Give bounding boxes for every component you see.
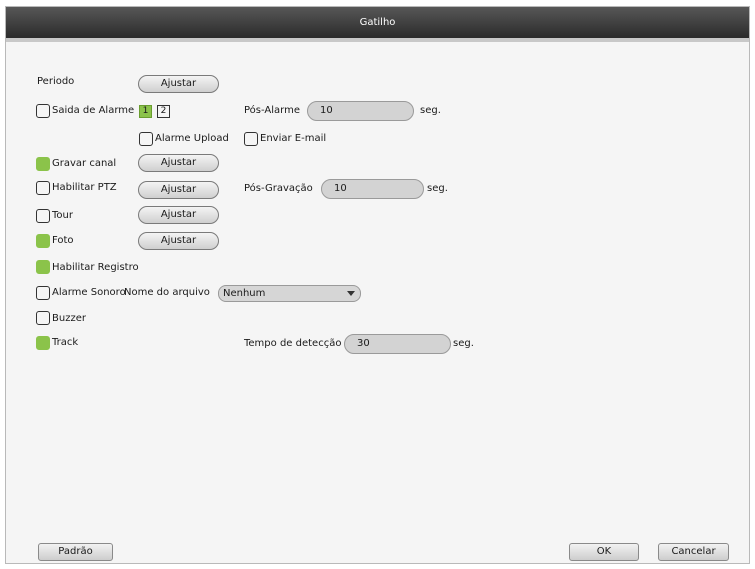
- saida-alarme-checkbox[interactable]: [36, 104, 50, 118]
- alarme-sonoro-checkbox[interactable]: [36, 286, 50, 300]
- ok-button[interactable]: OK: [569, 543, 639, 561]
- sound-file-select[interactable]: Nenhum: [218, 285, 361, 302]
- periodo-ajustar-button[interactable]: Ajustar: [138, 75, 219, 93]
- sound-file-value: Nenhum: [223, 288, 266, 299]
- alarm-output-1[interactable]: 1: [139, 105, 152, 118]
- pos-alarme-label: Pós-Alarme: [244, 105, 300, 116]
- title-separator: [6, 38, 749, 42]
- foto-ajustar-button[interactable]: Ajustar: [138, 232, 219, 250]
- pos-alarme-input[interactable]: 10: [307, 101, 414, 121]
- pos-gravacao-input[interactable]: 10: [321, 179, 424, 199]
- gravar-canal-checkbox[interactable]: [36, 157, 50, 171]
- buzzer-label: Buzzer: [52, 313, 86, 324]
- default-button[interactable]: Padrão: [38, 543, 113, 561]
- pos-gravacao-unit: seg.: [427, 183, 448, 194]
- track-label: Track: [52, 337, 79, 348]
- alarme-upload-checkbox[interactable]: [139, 132, 153, 146]
- foto-checkbox[interactable]: [36, 234, 50, 248]
- foto-label: Foto: [52, 235, 74, 246]
- track-checkbox[interactable]: [36, 336, 50, 350]
- habilitar-registro-checkbox[interactable]: [36, 260, 50, 274]
- tour-label: Tour: [52, 210, 73, 221]
- dialog-title: Gatilho: [6, 7, 749, 38]
- tour-checkbox[interactable]: [36, 209, 50, 223]
- saida-alarme-label: Saida de Alarme: [52, 105, 135, 116]
- tempo-deteccao-label: Tempo de detecção: [244, 338, 342, 349]
- cancel-button[interactable]: Cancelar: [658, 543, 729, 561]
- pos-alarme-unit: seg.: [420, 105, 441, 116]
- habilitar-ptz-ajustar-button[interactable]: Ajustar: [138, 181, 219, 199]
- periodo-label: Periodo: [37, 76, 75, 87]
- gravar-canal-label: Gravar canal: [52, 158, 117, 169]
- gravar-canal-ajustar-button[interactable]: Ajustar: [138, 154, 219, 172]
- pos-gravacao-label: Pós-Gravação: [244, 183, 313, 194]
- nome-arquivo-label: Nome do arquivo: [124, 287, 210, 298]
- tempo-deteccao-input[interactable]: 30: [344, 334, 451, 354]
- alarm-output-2[interactable]: 2: [157, 105, 170, 118]
- buzzer-checkbox[interactable]: [36, 311, 50, 325]
- alarme-upload-label: Alarme Upload: [155, 133, 229, 144]
- tempo-deteccao-unit: seg.: [453, 338, 474, 349]
- trigger-dialog: Gatilho Periodo Ajustar Saida de Alarme …: [5, 6, 750, 564]
- alarme-sonoro-label: Alarme Sonoro: [52, 287, 126, 298]
- chevron-down-icon: [347, 291, 355, 296]
- habilitar-registro-label: Habilitar Registro: [52, 262, 139, 273]
- enviar-email-checkbox[interactable]: [244, 132, 258, 146]
- tour-ajustar-button[interactable]: Ajustar: [138, 206, 219, 224]
- habilitar-ptz-label: Habilitar PTZ: [52, 182, 117, 193]
- habilitar-ptz-checkbox[interactable]: [36, 181, 50, 195]
- enviar-email-label: Enviar E-mail: [260, 133, 327, 144]
